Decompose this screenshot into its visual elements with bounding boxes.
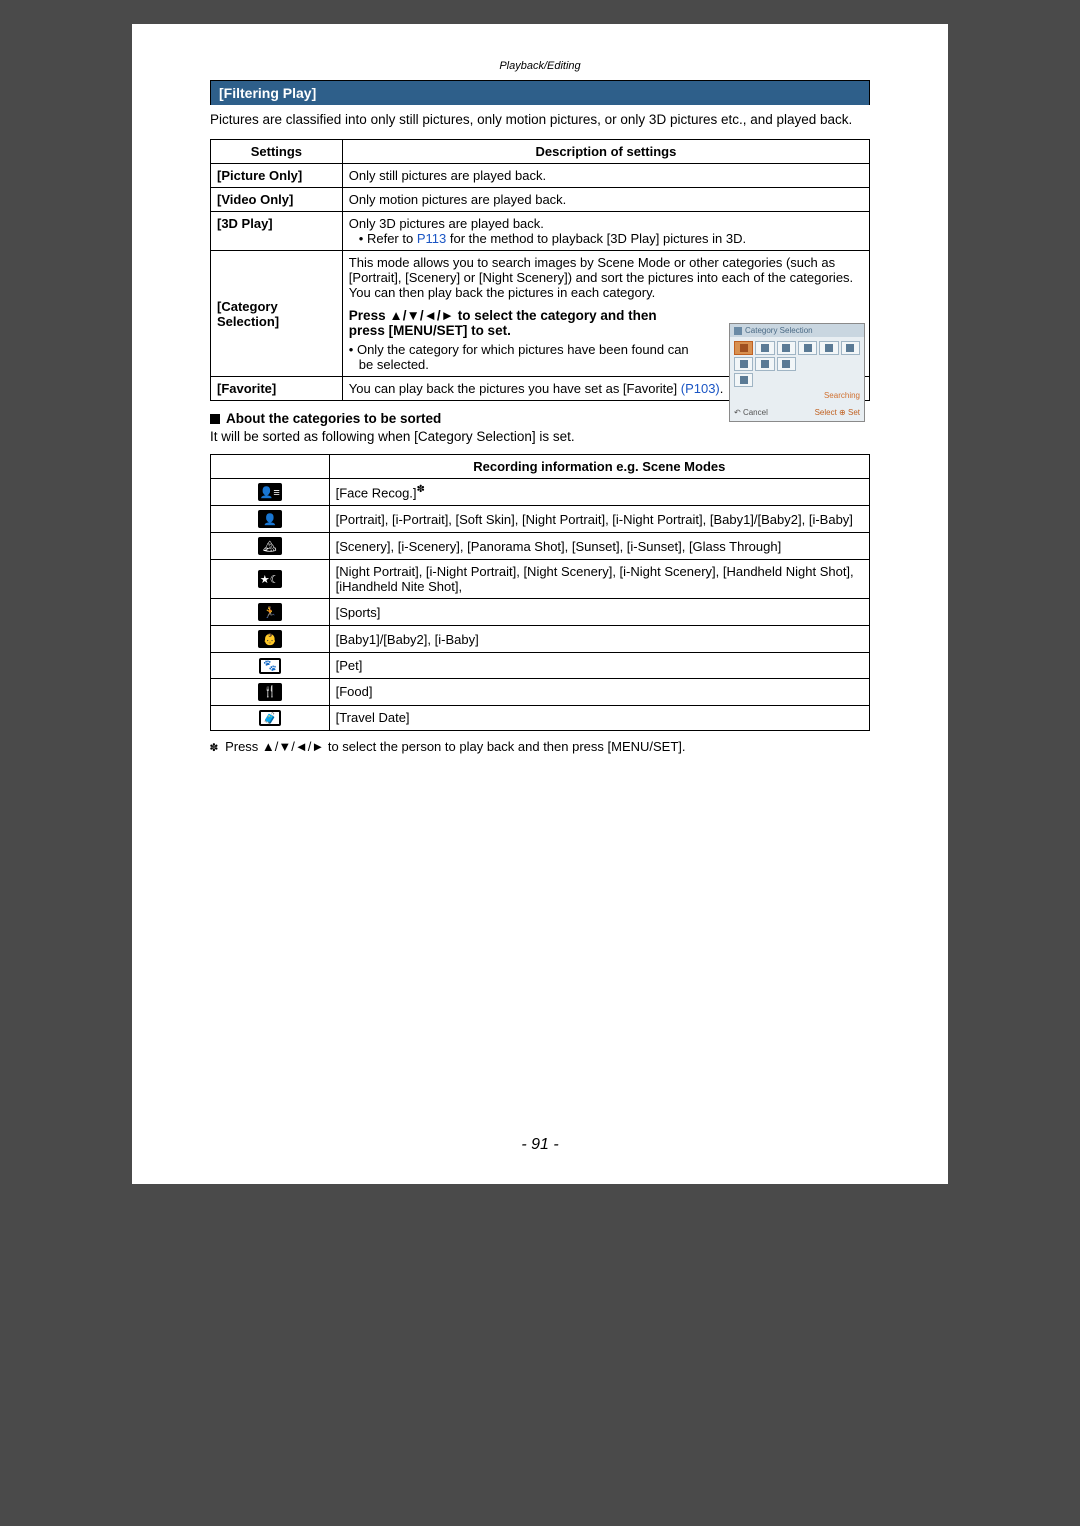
table-row: 🧳 [Travel Date] [211,705,870,731]
table-row: [Video Only] Only motion pictures are pl… [211,188,870,212]
breadcrumb: Playback/Editing [210,60,870,72]
th-icon [211,455,330,479]
page-number: - 91 - [132,1136,948,1154]
text: Press [225,739,262,754]
footnote: ✽ Press ▲/▼/◄/► to select the person to … [210,739,870,755]
text: Only 3D pictures are played back. [349,216,544,231]
setting-desc: Only 3D pictures are played back. Refer … [342,212,869,251]
category-scenes: [Pet] [329,653,869,679]
category-selection-thumbnail: Category Selection [729,323,865,422]
select-set-label: Select ⊕ Set [815,408,860,417]
category-scenes: [Scenery], [i-Scenery], [Panorama Shot],… [329,533,869,560]
table-row: 👤≡ [Face Recog.]✽ [211,479,870,506]
text: About the categories to be sorted [226,411,441,426]
category-scenes: [Portrait], [i-Portrait], [Soft Skin], [… [329,506,869,533]
setting-label: [Favorite] [211,377,343,401]
setting-label: [3D Play] [211,212,343,251]
th-recording-info: Recording information e.g. Scene Modes [329,455,869,479]
th-settings: Settings [211,140,343,164]
night-icon: ★☾ [258,570,282,588]
page-link[interactable]: P113 [417,231,446,246]
cancel-label: ↶ Cancel [734,408,768,417]
setting-label: [Picture Only] [211,164,343,188]
table-row: [Picture Only] Only still pictures are p… [211,164,870,188]
searching-label: Searching [734,389,860,402]
text: This mode allows you to search images by… [349,255,863,300]
sports-icon: 🏃 [258,603,282,621]
page-link[interactable]: (P103) [681,381,720,396]
face-recog-icon: 👤≡ [258,483,282,501]
category-scenes: [Face Recog.]✽ [329,479,869,506]
grid-cell [777,341,796,355]
table-row: ★☾ [Night Portrait], [i-Night Portrait],… [211,560,870,599]
setting-desc: Only still pictures are played back. [342,164,869,188]
intro-text: Pictures are classified into only still … [210,111,870,129]
grid-cell [734,373,753,387]
square-bullet-icon [210,414,220,424]
grid-cell [755,341,774,355]
categories-table: Recording information e.g. Scene Modes 👤… [210,454,870,731]
instruction: Press ▲/▼/◄/► to select the category and… [349,308,689,338]
folder-icon [734,327,742,335]
thumbnail-title: Category Selection [745,326,813,335]
table-row: [3D Play] Only 3D pictures are played ba… [211,212,870,251]
food-icon: 🍴 [258,683,282,701]
bullet-text: Refer to P113 for the method to playback… [349,231,746,246]
category-scenes: [Food] [329,678,869,705]
table-row: 🍴 [Food] [211,678,870,705]
table-row: 🐾 [Pet] [211,653,870,679]
text: You can play back the pictures you have … [349,381,681,396]
setting-desc: Only motion pictures are played back. [342,188,869,212]
bullet-text: Only the category for which pictures hav… [349,342,689,372]
text: for the method to playback [3D Play] pic… [446,231,746,246]
setting-label: [Category Selection] [211,251,343,377]
th-description: Description of settings [342,140,869,164]
grid-cell [755,357,774,371]
settings-table: Settings Description of settings [Pictur… [210,139,870,401]
subsection-text: It will be sorted as following when [Cat… [210,429,870,444]
asterisk-icon: ✽ [210,740,218,755]
travel-icon: 🧳 [259,710,281,726]
table-row: 🏃 [Sports] [211,599,870,626]
arrow-icons: ▲/▼/◄/► [389,308,454,323]
text: Press [349,308,390,323]
baby-icon: 👶 [258,630,282,648]
category-scenes: [Baby1]/[Baby2], [i-Baby] [329,626,869,653]
section-heading: [Filtering Play] [210,80,870,105]
setting-label: [Video Only] [211,188,343,212]
setting-desc: This mode allows you to search images by… [342,251,869,377]
grid-cell [777,357,796,371]
table-row: 👤 [Portrait], [i-Portrait], [Soft Skin],… [211,506,870,533]
scenery-icon: 🏔 [258,537,282,555]
grid-cell [734,341,753,355]
arrow-icons: ▲/▼/◄/► [262,739,324,754]
portrait-icon: 👤 [258,510,282,528]
text: to select the person to play back and th… [324,739,685,754]
text: Refer to [367,231,417,246]
category-scenes: [Travel Date] [329,705,869,731]
text: . [720,381,724,396]
category-scenes: [Night Portrait], [i-Night Portrait], [N… [329,560,869,599]
grid-cell [841,341,860,355]
pet-icon: 🐾 [259,658,281,674]
grid-cell [819,341,838,355]
category-scenes: [Sports] [329,599,869,626]
table-row: [Category Selection] This mode allows yo… [211,251,870,377]
document-page: Playback/Editing [Filtering Play] Pictur… [132,24,948,1184]
grid-cell [734,357,753,371]
table-row: 🏔 [Scenery], [i-Scenery], [Panorama Shot… [211,533,870,560]
grid-cell [798,341,817,355]
table-row: 👶 [Baby1]/[Baby2], [i-Baby] [211,626,870,653]
